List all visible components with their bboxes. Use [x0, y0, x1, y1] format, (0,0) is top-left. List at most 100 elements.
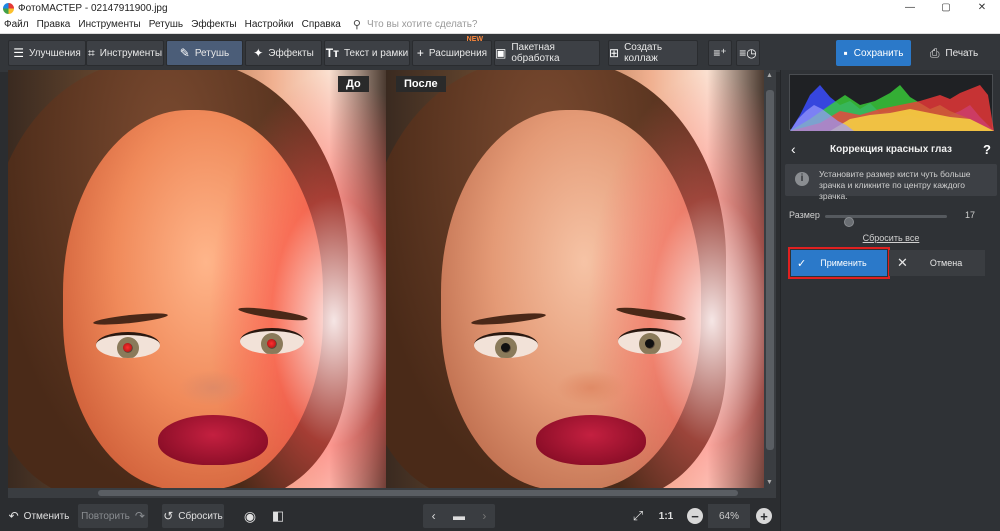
plus-icon: + [416, 46, 424, 60]
panel-header: ‹ Коррекция красных глаз ? [781, 138, 1000, 160]
list-clock-icon: ≡◷ [739, 46, 757, 60]
reset-icon: ↺ [163, 509, 174, 523]
floppy-icon: ▪ [843, 46, 848, 60]
apply-button[interactable]: ✓ Применить [788, 247, 890, 279]
print-button[interactable]: ⎙ Печать [916, 40, 992, 66]
crop-icon: ⌗ [87, 45, 95, 60]
scroll-up-icon[interactable]: ▲ [766, 72, 773, 79]
printer-icon: ⎙ [929, 45, 940, 60]
redo-button[interactable]: Повторить ↷ [78, 504, 148, 528]
photo-eye-left [96, 332, 160, 358]
zoom-out-icon[interactable]: − [687, 508, 703, 524]
horizontal-scrollbar[interactable] [8, 488, 776, 498]
tab-collage[interactable]: ⊞ Создать коллаж [608, 40, 698, 66]
compare-button[interactable]: ◧ [268, 504, 288, 528]
undo-icon: ↶ [8, 509, 19, 523]
undo-label: Отменить [23, 510, 70, 522]
menu-item-file[interactable]: Файл [0, 16, 33, 34]
photo-nose [556, 370, 626, 406]
panel-title: Коррекция красных глаз [830, 143, 952, 155]
zoom-actual-button[interactable]: 1:1 [654, 504, 678, 528]
add-preset-button[interactable]: ≡⁺ [708, 40, 732, 66]
tab-batch[interactable]: ▣ Пакетная обработка [494, 40, 600, 66]
menu-item-edit[interactable]: Правка [33, 16, 75, 34]
help-icon[interactable]: ? [983, 142, 991, 157]
tab-tools[interactable]: ⌗ Инструменты [86, 40, 164, 66]
scroll-down-icon[interactable]: ▼ [766, 479, 773, 486]
text-icon: Tт [325, 46, 339, 60]
menu-item-effects[interactable]: Эффекты [187, 16, 240, 34]
after-label: После [396, 76, 446, 92]
undo-button[interactable]: ↶ Отменить [8, 504, 70, 528]
menu-search[interactable]: ⚲ Что вы хотите сделать? [353, 18, 478, 31]
photo-lips [158, 415, 268, 465]
bottom-bar: ↶ Отменить Повторить ↷ ↺ Сбросить ◉ ◧ ‹ … [0, 500, 780, 531]
tab-effects[interactable]: ✦ Эффекты [245, 40, 322, 66]
menu-item-retouch[interactable]: Ретушь [145, 16, 187, 34]
reset-button[interactable]: ↺ Сбросить [162, 504, 224, 528]
tab-extensions[interactable]: + Расширения NEW [412, 36, 492, 66]
size-slider-handle[interactable] [844, 217, 855, 227]
tool-panel: ‹ Коррекция красных глаз ? i Установите … [780, 70, 1000, 531]
reset-all-link[interactable]: Сбросить все [781, 233, 1000, 243]
photo-before[interactable] [8, 70, 386, 488]
tab-retouch[interactable]: ✎ Ретушь [166, 40, 243, 66]
checkmark-icon: ✓ [797, 257, 807, 270]
save-label: Сохранить [853, 47, 904, 59]
zoom-value[interactable]: 64% [708, 504, 750, 528]
print-label: Печать [945, 47, 979, 59]
menu-item-tools[interactable]: Инструменты [74, 16, 144, 34]
menu-item-help[interactable]: Справка [298, 16, 345, 34]
minimize-icon[interactable]: — [892, 0, 928, 16]
menu-item-settings[interactable]: Настройки [241, 16, 298, 34]
tab-label: Текст и рамки [343, 47, 409, 59]
cancel-button[interactable]: ✕ Отмена [889, 250, 985, 276]
info-icon: i [795, 172, 809, 186]
zoom-ratio-label: 1:1 [658, 510, 674, 522]
window-title: ФотоМАСТЕР - 02147911900.jpg [18, 2, 168, 14]
tab-label: Инструменты [99, 47, 163, 59]
main-toolbar: ☰ Улучшения ⌗ Инструменты ✎ Ретушь ✦ Эфф… [0, 34, 1000, 72]
brush-icon: ✎ [179, 46, 190, 60]
vertical-scrollbar[interactable]: ▲ ▼ [764, 70, 776, 488]
title-bar: ФотоМАСТЕР - 02147911900.jpg — ▢ ✕ [0, 0, 1000, 16]
search-input[interactable]: Что вы хотите сделать? [367, 19, 478, 30]
tab-label: Пакетная обработка [511, 42, 560, 64]
photo-eye-right [618, 328, 682, 354]
zoom-in-icon[interactable]: + [756, 508, 772, 524]
history-button[interactable]: ≡◷ [736, 40, 760, 66]
window-controls: — ▢ ✕ [892, 0, 1000, 16]
search-icon: ⚲ [352, 19, 361, 31]
size-slider[interactable] [825, 215, 947, 227]
photo-after[interactable] [386, 70, 764, 488]
fit-screen-button[interactable]: ⤢ [628, 504, 648, 528]
maximize-icon[interactable]: ▢ [928, 0, 964, 16]
hint-text: Установите размер кисти чуть больше зрач… [819, 169, 971, 201]
split-view-icon: ◧ [271, 508, 285, 523]
app-logo-icon [3, 2, 14, 14]
photo-eye-left [474, 332, 538, 358]
photo-canvas[interactable]: До После [8, 70, 764, 488]
size-label: Размер [789, 210, 820, 220]
red-pupil [267, 339, 276, 348]
tab-label: Улучшения [28, 47, 81, 59]
prev-image-icon[interactable]: ‹ [432, 509, 436, 523]
tab-enhancements[interactable]: ☰ Улучшения [8, 40, 86, 66]
save-button[interactable]: ▪ Сохранить [836, 40, 911, 66]
photo-nose [178, 370, 248, 406]
tab-label: Создать коллаж [624, 42, 663, 64]
fit-screen-icon: ⤢ [632, 508, 644, 523]
tab-label: Ретушь [194, 47, 230, 59]
histogram-chart [790, 85, 994, 131]
brush-size-row: Размер 17 [789, 209, 993, 227]
next-image-icon[interactable]: › [482, 509, 486, 523]
close-icon[interactable]: ✕ [964, 0, 1000, 16]
size-value: 17 [964, 210, 975, 220]
redo-label: Повторить [81, 510, 130, 522]
preview-eye-button[interactable]: ◉ [240, 504, 260, 528]
list-add-icon: ≡⁺ [713, 46, 727, 60]
tab-text-frames[interactable]: Tт Текст и рамки [324, 40, 410, 66]
vertical-scroll-thumb[interactable] [766, 90, 774, 450]
horizontal-scroll-thumb[interactable] [98, 490, 738, 496]
folder-icon[interactable]: ▬ [453, 509, 465, 523]
